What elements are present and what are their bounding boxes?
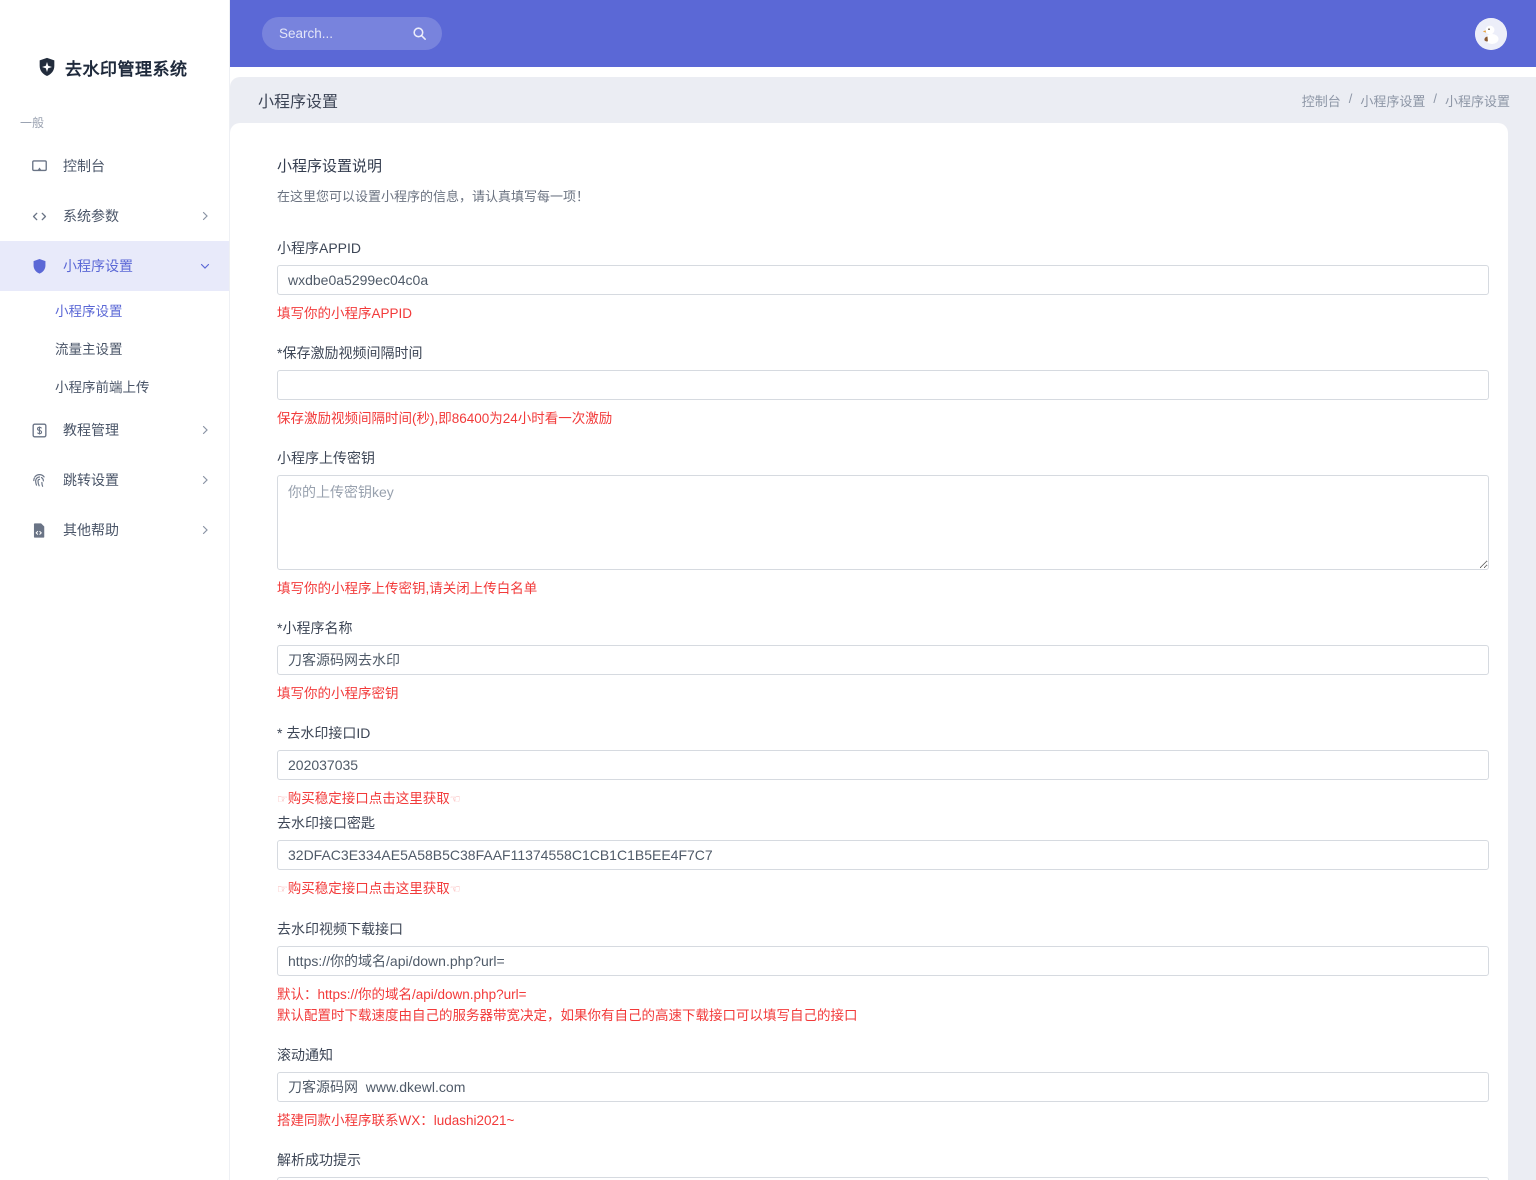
chevron-right-icon [199,424,211,436]
pointer-right-icon: ☞ [277,792,288,806]
search-icon[interactable] [411,25,428,42]
app-title: 去水印管理系统 [65,59,188,79]
sidebar-item-label: 跳转设置 [63,472,119,488]
monitor-icon [30,157,49,176]
code-icon [30,207,49,226]
topbar [230,0,1536,67]
duck-avatar-image [1475,17,1507,50]
field-help-text: 填写你的小程序密钥 [277,686,399,701]
field-label: *保存激励视频间隔时间 [277,345,423,361]
buy-api-link[interactable]: ☞购买稳定接口点击这里获取☜ [277,878,1489,900]
form-field-success-tip: 解析成功提示 [277,1150,1489,1180]
form-field-api-id: * 去水印接口ID ☞购买稳定接口点击这里获取☜ [277,723,1489,810]
chevron-right-icon [199,210,211,222]
breadcrumb: 控制台 / 小程序设置 / 小程序设置 [1302,91,1510,110]
sidebar-item-jump-settings[interactable]: 跳转设置 [0,455,229,505]
settings-card: 小程序设置说明 在这里您可以设置小程序的信息，请认真填写每一项！ 小程序APPI… [230,123,1508,1180]
field-help-text: 默认：https://你的域名/api/down.php?url= [277,987,527,1002]
sidebar: 去水印管理系统 一般 控制台 系统参数 小程序设置 小程序设置 流量主设置 小程… [0,0,230,1180]
file-code-icon [30,521,49,540]
settings-description: 在这里您可以设置小程序的信息，请认真填写每一项！ [277,189,590,204]
buy-api-link-text: 购买稳定接口点击这里获取 [287,881,450,896]
field-help-text: 搭建同款小程序联系WX：ludashi2021~ [277,1113,515,1128]
pointer-left-icon: ☜ [449,792,461,806]
field-label: 滚动通知 [277,1047,333,1063]
sidebar-item-system-params[interactable]: 系统参数 [0,191,229,241]
main-area: 小程序设置 控制台 / 小程序设置 / 小程序设置 小程序设置说明 在这里您可以… [230,0,1536,1180]
breadcrumb-item-miniprogram-settings[interactable]: 小程序设置 [1360,91,1425,110]
api-id-input[interactable] [277,750,1489,780]
breadcrumb-separator: / [1433,90,1437,106]
dollar-square-icon [30,421,49,440]
sidebar-item-label: 控制台 [63,158,105,174]
buy-api-link[interactable]: ☞购买稳定接口点击这里获取☜ [277,788,1489,810]
sidebar-item-label: 系统参数 [63,208,119,224]
reward-interval-input[interactable] [277,370,1489,400]
settings-heading: 小程序设置说明 [277,158,383,175]
sidebar-subitem-traffic-settings[interactable]: 流量主设置 [0,329,229,367]
api-secret-input[interactable] [277,840,1489,870]
page-header: 小程序设置 控制台 / 小程序设置 / 小程序设置 [230,77,1536,123]
app-logo-shield-icon [36,56,58,78]
download-api-input[interactable] [277,946,1489,976]
buy-api-link-text: 购买稳定接口点击这里获取 [287,791,450,806]
upload-key-textarea[interactable] [277,475,1489,570]
form-field-download-api: 去水印视频下载接口 默认：https://你的域名/api/down.php?u… [277,919,1489,1026]
field-label: 去水印接口密匙 [277,815,375,831]
sidebar-section-label: 一般 [20,116,45,130]
app-logo[interactable]: 去水印管理系统 [0,0,229,100]
form-field-reward-interval: *保存激励视频间隔时间 保存激励视频间隔时间(秒),即86400为24小时看一次… [277,343,1489,429]
pointer-left-icon: ☜ [449,882,461,896]
field-label: 小程序APPID [277,240,362,256]
miniprogram-name-input[interactable] [277,645,1489,675]
scroll-notice-input[interactable] [277,1072,1489,1102]
form-field-miniprogram-name: *小程序名称 填写你的小程序密钥 [277,618,1489,704]
chevron-down-icon [199,260,211,272]
field-label: *小程序名称 [277,620,353,636]
sidebar-item-label: 其他帮助 [63,522,119,538]
shield-icon [30,257,49,276]
sidebar-item-console[interactable]: 控制台 [0,141,229,191]
sidebar-subitem-frontend-upload[interactable]: 小程序前端上传 [0,367,229,405]
sidebar-item-tutorial-management[interactable]: 教程管理 [0,405,229,455]
field-label: 解析成功提示 [277,1152,361,1168]
field-help-text: 默认配置时下载速度由自己的服务器带宽决定，如果你有自己的高速下载接口可以填写自己… [277,1008,858,1023]
form-field-appid: 小程序APPID 填写你的小程序APPID [277,238,1489,324]
user-avatar[interactable] [1475,17,1507,50]
breadcrumb-separator: / [1348,90,1353,106]
form-field-upload-key: 小程序上传密钥 填写你的小程序上传密钥,请关闭上传白名单 [277,448,1489,599]
chevron-right-icon [199,524,211,536]
sidebar-item-label: 教程管理 [63,422,119,438]
field-help-text: 填写你的小程序上传密钥,请关闭上传白名单 [277,581,538,596]
sidebar-item-miniprogram-settings[interactable]: 小程序设置 [0,241,229,291]
appid-input[interactable] [277,265,1489,295]
sidebar-item-label: 小程序设置 [63,258,133,274]
breadcrumb-item-console[interactable]: 控制台 [1302,91,1341,110]
sidebar-item-other-help[interactable]: 其他帮助 [0,505,229,555]
pointer-right-icon: ☞ [277,882,288,896]
fingerprint-icon [30,471,49,490]
form-field-scroll-notice: 滚动通知 搭建同款小程序联系WX：ludashi2021~ [277,1045,1489,1131]
field-label: * 去水印接口ID [277,725,371,741]
sidebar-subitem-miniprogram-settings[interactable]: 小程序设置 [0,291,229,329]
breadcrumb-item-current: 小程序设置 [1444,93,1510,109]
form-field-api-secret: 去水印接口密匙 ☞购买稳定接口点击这里获取☜ [277,813,1489,900]
page-title: 小程序设置 [258,94,339,111]
field-label: 小程序上传密钥 [277,450,375,466]
field-help-text: 填写你的小程序APPID [277,306,413,321]
search-box [262,17,442,50]
field-help-text: 保存激励视频间隔时间(秒),即86400为24小时看一次激励 [277,411,613,426]
chevron-right-icon [199,474,211,486]
field-label: 去水印视频下载接口 [277,921,403,937]
